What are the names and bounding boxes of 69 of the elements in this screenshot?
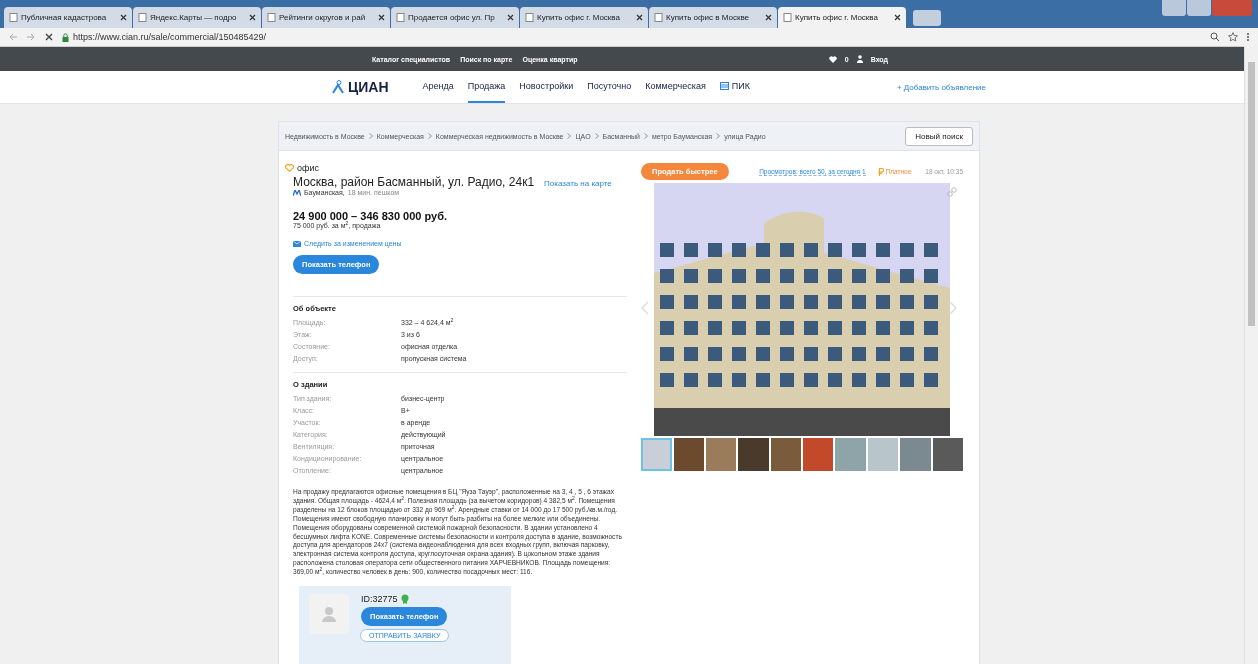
scrollbar-thumb[interactable]: [1248, 62, 1255, 326]
close-icon[interactable]: [894, 14, 901, 21]
browser-tab[interactable]: Публичная кадастрова: [4, 7, 132, 28]
heart-icon[interactable]: [828, 55, 837, 63]
nav-tab[interactable]: Новостройки: [519, 71, 574, 103]
listing-address: Москва, район Басманный, ул. Радио, 24к1: [293, 175, 535, 189]
close-icon[interactable]: [249, 14, 256, 21]
url-text[interactable]: https://www.cian.ru/sale/commercial/150485429/: [73, 32, 267, 42]
badge-icon: [400, 594, 409, 605]
nav-tab[interactable]: ПИК: [719, 71, 750, 103]
logo-icon: [332, 80, 344, 94]
page-icon: [138, 13, 147, 22]
envelope-icon: [293, 240, 301, 247]
menu-icon[interactable]: [1246, 32, 1250, 42]
forward-icon[interactable]: [26, 32, 36, 42]
page-icon: [9, 13, 18, 22]
chevron-icon: [594, 133, 599, 139]
stop-icon[interactable]: [44, 32, 54, 42]
photo-thumbnail[interactable]: [867, 438, 899, 471]
nav-tab[interactable]: Продажа: [467, 71, 506, 103]
add-listing-link[interactable]: + Добавить объявление: [896, 82, 986, 92]
nav-tab[interactable]: Коммерческая: [645, 71, 706, 103]
photo-thumbnail[interactable]: [803, 438, 834, 471]
user-icon[interactable]: [856, 55, 863, 63]
ruble-icon: [877, 167, 884, 176]
chevron-icon: [643, 133, 648, 139]
browser-tab[interactable]: Купить офис г. Москва: [778, 7, 906, 28]
close-icon[interactable]: [507, 14, 514, 21]
browser-tab[interactable]: Продается офис ул. Пр: [391, 7, 519, 28]
photo-thumbnail[interactable]: [770, 438, 802, 471]
photo-thumbnail[interactable]: [932, 438, 963, 471]
avatar-icon: [309, 594, 349, 635]
property-type: офис: [297, 163, 319, 173]
nav-tab[interactable]: Аренда: [422, 71, 454, 103]
chevron-icon: [368, 133, 373, 139]
page-icon: [267, 13, 276, 22]
browser-tab[interactable]: Купить офис в Москве: [649, 7, 777, 28]
photo-thumbnail[interactable]: [705, 438, 737, 471]
lock-icon: [62, 32, 69, 42]
close-icon[interactable]: [765, 14, 772, 21]
page-icon: [654, 13, 663, 22]
close-icon[interactable]: [636, 14, 643, 21]
photo-thumbnail[interactable]: [738, 438, 769, 471]
new-search-button[interactable]: Новый поиск: [905, 126, 973, 146]
price: 24 900 000 – 346 830 000 руб.: [293, 210, 449, 222]
close-icon[interactable]: [378, 14, 385, 21]
photo-thumbnail[interactable]: [641, 438, 672, 471]
page-icon: [783, 13, 792, 22]
browser-tab[interactable]: Рейтинги округов и рай: [262, 7, 390, 28]
chevron-icon: [427, 133, 432, 139]
page-icon: [396, 13, 405, 22]
agent-id: ID:32775: [361, 594, 398, 605]
logo-text[interactable]: ЦИАН: [348, 79, 389, 95]
back-icon[interactable]: [8, 32, 18, 42]
photo-thumbnail[interactable]: [835, 438, 866, 471]
browser-tab[interactable]: Яндекс.Карты — подро: [133, 7, 261, 28]
chevron-icon: [567, 133, 572, 139]
metro-icon: [293, 189, 301, 196]
photo-thumbnail[interactable]: [673, 438, 704, 471]
zoom-icon[interactable]: [1210, 32, 1220, 42]
star-icon[interactable]: [1228, 32, 1238, 42]
map-link[interactable]: Показать на карте: [544, 179, 612, 188]
building-icon: [719, 82, 729, 90]
browser-tab[interactable]: Купить офис г. Москва: [520, 7, 648, 28]
close-icon[interactable]: [120, 14, 127, 21]
chevron-icon: [716, 133, 721, 139]
photo-thumbnail[interactable]: [900, 438, 931, 471]
page-icon: [525, 13, 534, 22]
nav-tab[interactable]: Посуточно: [587, 71, 632, 103]
